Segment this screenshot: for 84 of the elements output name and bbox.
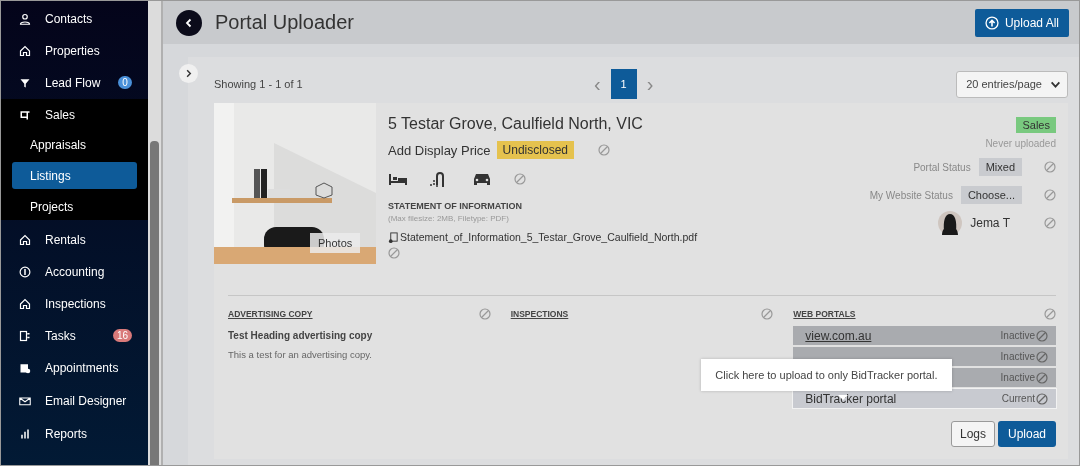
portal-status: Inactive [1000, 351, 1035, 362]
field-label: Portal Status [913, 161, 971, 173]
advertising-heading: Test Heading advertising copy [228, 330, 374, 341]
disabled-icon [1036, 350, 1048, 363]
property-address: 5 Testar Grove, Caulfield North, VIC [388, 115, 644, 133]
file-link[interactable]: Statement_of_Information_5_Testar_Grove_Caulfield_North.pdf [400, 231, 698, 243]
status-select[interactable]: Choose... [960, 186, 1022, 204]
sidebar-item[interactable]: Properties [1, 35, 118, 67]
price-label: Add Display Price [388, 142, 491, 158]
back-button[interactable] [176, 9, 202, 36]
advertising-text: This a test for an advertising copy. [228, 349, 373, 360]
avatar [938, 211, 963, 235]
tooltip: Click here to upload to only BidTracker portal. [701, 359, 952, 391]
back-icon [184, 17, 194, 28]
disabled-icon [1036, 392, 1048, 405]
funnel-icon [19, 77, 31, 89]
house-icon [19, 45, 31, 57]
dollar-icon [19, 266, 31, 278]
disabled-icon [514, 173, 526, 185]
section-heading[interactable]: WEB PORTALS [793, 309, 856, 319]
sidebar-subitem[interactable]: Appraisals [12, 131, 137, 158]
section-heading: STATEMENT OF INFORMATION [388, 201, 523, 211]
disabled-icon [1044, 217, 1056, 229]
disabled-icon [1044, 308, 1056, 320]
portal-status: Inactive [1000, 330, 1035, 341]
disabled-icon [1044, 189, 1056, 201]
price-badge: Undisclosed [496, 141, 574, 159]
sidebar-item[interactable]: Rentals [1, 224, 104, 256]
disabled-icon [598, 144, 610, 156]
portal-name[interactable]: BidTracker portal [805, 391, 1002, 406]
sidebar-subitem[interactable]: Projects [12, 193, 137, 220]
sidebar-item[interactable]: Accounting [1, 256, 123, 288]
checklist-icon [19, 330, 31, 342]
results-count: Showing 1 - 1 of 1 [214, 78, 304, 90]
agent-name: Jema T [970, 216, 1010, 230]
upload-all-button[interactable]: Upload All [974, 8, 1069, 37]
status-select[interactable]: Mixed [978, 158, 1022, 176]
upload-icon [984, 15, 999, 30]
car-icon [472, 171, 492, 187]
portal-row[interactable]: view.com.au Inactive [793, 326, 1056, 345]
photos-button[interactable]: Photos [310, 233, 361, 253]
portal-name[interactable]: view.com.au [805, 328, 1001, 343]
bed-icon [388, 171, 408, 187]
type-badge: Sales [1016, 117, 1056, 133]
disabled-icon [1036, 371, 1048, 384]
page-button[interactable]: 1 [610, 69, 637, 99]
portal-status: Current [1001, 393, 1035, 404]
disabled-icon [388, 247, 400, 259]
section-heading[interactable]: ADVERTISING COPY [228, 309, 313, 319]
sidebar-item[interactable]: Lead Flow [1, 67, 119, 99]
disabled-icon [1036, 329, 1048, 342]
house-icon [19, 298, 31, 310]
sidebar-item[interactable]: Contacts [1, 3, 111, 35]
chart-icon [19, 428, 31, 440]
upload-status: Never uploaded [985, 138, 1056, 149]
house-icon [19, 234, 31, 246]
portal-row[interactable]: BidTracker portal Current [793, 389, 1056, 408]
sidebar-item[interactable]: Reports [1, 418, 106, 450]
upload-button[interactable]: Upload [998, 421, 1056, 447]
portal-status: Inactive [1000, 372, 1035, 383]
sidebar-item[interactable]: Email Designer [1, 384, 145, 418]
file-icon [388, 231, 399, 243]
person-icon [19, 13, 31, 25]
field-label: My Website Status [869, 189, 953, 201]
chevron-right-icon [184, 69, 193, 78]
logs-button[interactable]: Logs [950, 421, 995, 447]
sign-icon [19, 109, 31, 121]
calendar-icon [19, 362, 31, 374]
count-badge: 16 [112, 329, 132, 342]
section-heading[interactable]: INSPECTIONS [510, 309, 569, 319]
page-title: Portal Uploader [215, 11, 355, 34]
disabled-icon [478, 308, 491, 320]
count-badge: 0 [118, 76, 132, 89]
sidebar-item[interactable]: Tasks [1, 320, 94, 352]
disabled-icon [1044, 161, 1056, 173]
mail-icon [19, 395, 31, 407]
file-hint: (Max filesize: 2MB, Filetype: PDF) [388, 214, 510, 223]
scrollbar[interactable] [148, 1, 163, 465]
sidebar-item[interactable]: Sales [1, 99, 94, 131]
sidebar-subitem[interactable]: Listings [12, 162, 137, 189]
sidebar-item[interactable]: Appointments [1, 352, 137, 384]
entries-per-page-select[interactable]: 20 entries/page [956, 70, 1068, 98]
sidebar-item[interactable]: Inspections [1, 288, 124, 320]
disabled-icon [761, 308, 774, 320]
